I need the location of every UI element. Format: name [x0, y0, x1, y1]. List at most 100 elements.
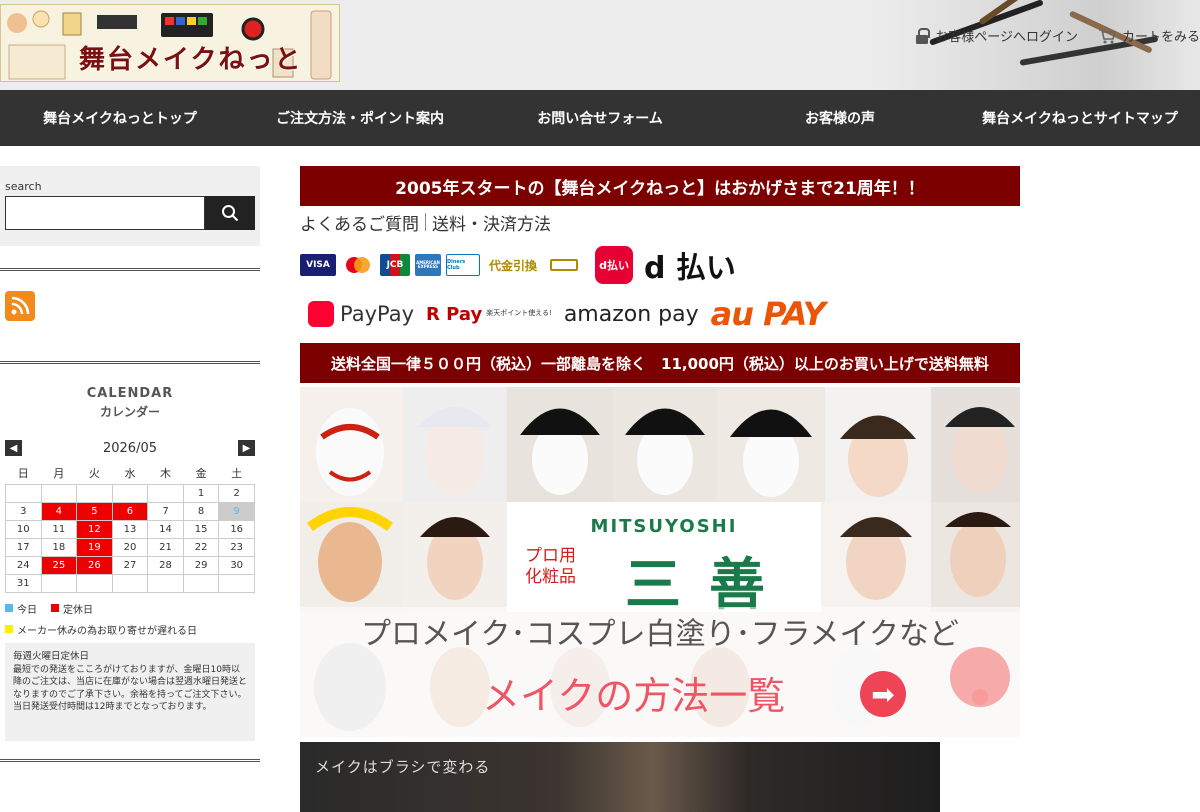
nav-item-order-guide[interactable]: ご注文方法・ポイント案内 [240, 90, 480, 146]
cart-label: カートをみる [1121, 30, 1200, 45]
calendar-day: 12 [76, 519, 113, 539]
rss-icon[interactable] [5, 291, 35, 321]
calendar-title: CALENDAR [86, 386, 174, 401]
calendar-week: 31 [5, 573, 255, 593]
header-brush-image [870, 0, 1200, 90]
login-label: お客様ページへログイン [935, 30, 1078, 45]
jcb-logo: JCB [380, 254, 410, 276]
calendar-day [218, 573, 255, 593]
nav-item-sitemap[interactable]: 舞台メイクねっとサイトマップ [960, 90, 1200, 146]
login-link[interactable]: お客様ページへログイン [915, 26, 1078, 45]
legend-delay-swatch [5, 625, 13, 633]
calendar-weekday: 木 [160, 466, 172, 480]
pro-cosmetics-label: プロ用 化粧品 [525, 546, 576, 589]
legend-today-swatch [5, 604, 13, 612]
search-widget: search [0, 166, 260, 246]
paypay-icon [308, 301, 334, 327]
calendar-day [76, 483, 113, 503]
legend-delay-label: メーカー休みの為お取り寄せが遅れる日 [17, 625, 197, 637]
payment-methods-row-2: PayPay R Pay 楽天ポイント使える! amazon pay au PA… [300, 294, 1020, 334]
calendar-day: 19 [76, 537, 113, 557]
calendar-day: 5 [76, 501, 113, 521]
calendar-day [5, 483, 42, 503]
search-input[interactable] [5, 196, 205, 230]
sidebar-divider [0, 758, 260, 762]
calendar-weekday: 金 [195, 466, 207, 480]
calendar-widget: CALENDAR カレンダー ◀ 2026/05 ▶ 日月火水木金土 12345… [0, 364, 260, 741]
cart-link[interactable]: カートをみる [1098, 26, 1200, 45]
calendar-day: 13 [111, 519, 149, 539]
calendar-day [40, 573, 78, 593]
diners-logo: Diners Club [446, 254, 480, 276]
cod-label: 代金引換 [489, 258, 538, 273]
nav-item-reviews[interactable]: お客様の声 [720, 90, 960, 146]
brush-banner[interactable]: メイクはブラシで変わる [300, 742, 940, 812]
calendar-week: 10 11 12 13 14 15 16 [5, 519, 255, 539]
shipping-payment-link[interactable]: 送料・決済方法 [432, 210, 551, 235]
faq-link[interactable]: よくあるご質問 [300, 210, 419, 235]
arrow-right-icon[interactable]: ➡ [860, 671, 906, 717]
visa-logo: VISA [300, 254, 336, 276]
sidebar: search CALENDAR カレンダー ◀ 2026/05 ▶ 日 月 火 … [0, 166, 260, 762]
calendar-day: 7 [147, 501, 184, 521]
calendar-legend: 今日 定休日 メーカー休みの為お取り寄せが遅れる日 [5, 601, 255, 637]
calendar-day: 9 [218, 501, 255, 521]
makeup-methods-banner[interactable]: MITSUYOSHI プロ用 化粧品 三善 プロメイク･コスプレ白塗り･フラメイ… [300, 387, 1020, 737]
free-shipping-banner[interactable]: 送料全国一律５００円（税込）一部離島を除く 11,000円（税込）以上のお買い上… [300, 343, 1020, 383]
calendar-day: 2 [218, 483, 255, 503]
nav-item-contact[interactable]: お問い合せフォーム [480, 90, 720, 146]
amazon-pay-label: amazon pay [563, 301, 699, 327]
calendar-day: 31 [5, 573, 42, 593]
calendar-week: 24 25 26 27 28 29 30 [5, 555, 255, 575]
calendar-day: 21 [147, 537, 184, 557]
calendar-day: 22 [182, 537, 220, 557]
legend-holiday-swatch [51, 604, 59, 612]
calendar-day: 27 [111, 555, 149, 575]
calendar-day: 11 [40, 519, 78, 539]
calendar-day: 10 [5, 519, 42, 539]
calendar-day [76, 573, 113, 593]
calendar-prev-button[interactable]: ◀ [5, 440, 22, 456]
anniversary-banner[interactable]: 2005年スタートの【舞台メイクねっと】はおかげさまで21周年！！ [300, 166, 1020, 206]
calendar-day: 8 [182, 501, 220, 521]
calendar-day [111, 573, 149, 593]
calendar-day: 30 [218, 555, 255, 575]
calendar-next-button[interactable]: ▶ [237, 440, 255, 456]
calendar-day: 25 [40, 555, 78, 575]
calendar-day [182, 573, 220, 593]
mastercard-logo [341, 254, 375, 276]
pro-label-line2: 化粧品 [525, 567, 576, 588]
calendar-day: 23 [218, 537, 255, 557]
calendar-day: 4 [40, 501, 78, 521]
calendar-day [40, 483, 78, 503]
calendar-day: 14 [147, 519, 184, 539]
site-logo[interactable]: 舞台メイクねっと [0, 4, 340, 82]
search-label: search [5, 180, 42, 193]
calendar-day: 28 [147, 555, 184, 575]
calendar-day [147, 573, 184, 593]
calendar-week: 12 [5, 483, 255, 503]
lock-icon [915, 27, 931, 44]
hero-headline: プロメイク･コスプレ白塗り･フラメイクなど [361, 617, 959, 652]
calendar-day: 1 [182, 483, 220, 503]
rakuten-pay-label: R Pay [426, 303, 483, 325]
dpay-label: d 払い [644, 251, 736, 286]
truck-icon [550, 259, 579, 271]
notice-title: 毎週火曜日定休日 [13, 650, 90, 662]
au-pay-label: au PAY [710, 295, 826, 333]
calendar-day: 26 [76, 555, 113, 575]
calendar-day: 6 [111, 501, 149, 521]
calendar-weekday: 土 [231, 466, 243, 480]
calendar-week: 3456789 [5, 501, 255, 521]
calendar-weekday: 火 [88, 466, 100, 480]
calendar-week: 17 18 19 20 21 22 23 [5, 537, 255, 557]
search-button[interactable] [205, 196, 255, 230]
legend-holiday-label: 定休日 [63, 604, 93, 616]
pro-label-line1: プロ用 [525, 546, 576, 566]
nav-item-top[interactable]: 舞台メイクねっとトップ [0, 90, 240, 146]
calendar-day: 18 [40, 537, 78, 557]
brand-name: MITSUYOSHI [590, 516, 738, 537]
hero-cta-text: メイクの方法一覧 [482, 674, 786, 718]
calendar-table: 日月火水木金土 1 2 3 4 5 6 7 8 9 10 11 12 13 14 15 16 17 18 19 20 2… [5, 462, 255, 593]
rakuten-point-note: 楽天ポイント使える! [486, 309, 552, 318]
